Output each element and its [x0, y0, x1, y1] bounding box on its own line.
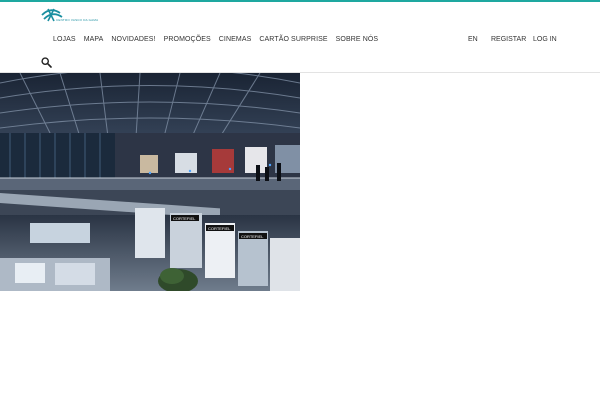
language-switch[interactable]: EN: [468, 36, 478, 43]
store-sign: CORTEFIEL: [208, 226, 231, 231]
mall-interior-illustration: CORTEFIEL CORTEFIEL CORTEFIEL: [0, 73, 300, 291]
store-sign: CORTEFIEL: [173, 216, 196, 221]
store-sign: CORTEFIEL: [241, 234, 264, 239]
main-nav: LOJAS MAPA NOVIDADES! PROMOÇÕES CINEMAS …: [53, 36, 386, 43]
nav-item-cartao-surprise[interactable]: CARTÃO SURPRISE: [259, 36, 327, 43]
nav-item-promocoes[interactable]: PROMOÇÕES: [164, 36, 211, 43]
nav-item-lojas[interactable]: LOJAS: [53, 36, 76, 43]
page: CENTRO VASCO DA GAMA LOJAS MAPA NOVIDADE…: [0, 0, 600, 400]
nav-item-sobre-nos[interactable]: SOBRE NÓS: [336, 36, 379, 43]
search-icon[interactable]: [41, 57, 52, 68]
register-link[interactable]: REGISTAR: [491, 36, 526, 43]
nav-item-mapa[interactable]: MAPA: [84, 36, 104, 43]
nav-item-cinemas[interactable]: CINEMAS: [219, 36, 252, 43]
hero-image: CORTEFIEL CORTEFIEL CORTEFIEL: [0, 73, 300, 291]
logo-icon[interactable]: [40, 7, 80, 25]
login-link[interactable]: LOG IN: [533, 36, 557, 43]
site-header: CENTRO VASCO DA GAMA LOJAS MAPA NOVIDADE…: [0, 2, 600, 73]
nav-item-novidades[interactable]: NOVIDADES!: [111, 36, 155, 43]
logo-text: CENTRO VASCO DA GAMA: [56, 18, 99, 22]
